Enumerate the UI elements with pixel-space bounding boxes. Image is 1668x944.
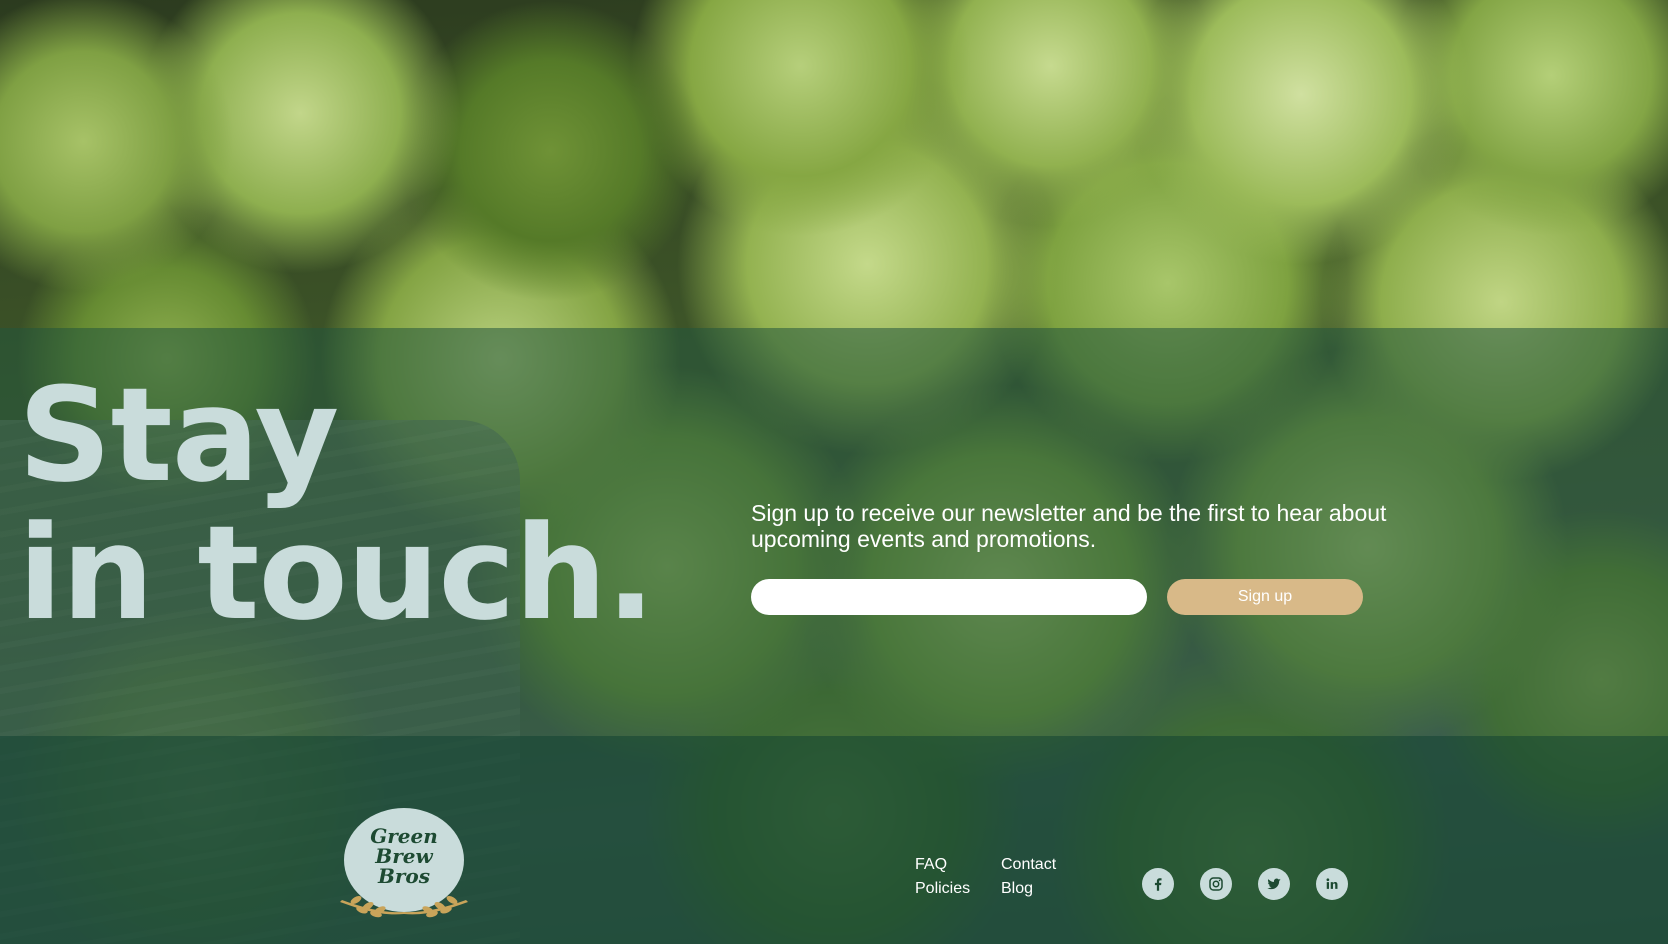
footer-link-contact[interactable]: Contact: [1001, 856, 1056, 874]
green-brew-bros-logo[interactable]: Green Brew Bros: [322, 808, 486, 920]
facebook-icon[interactable]: [1142, 868, 1174, 900]
social-links: [1142, 868, 1352, 900]
signup-button[interactable]: Sign up: [1167, 579, 1363, 615]
linkedin-icon[interactable]: [1316, 868, 1348, 900]
footer-links: FAQ Policies Contact Blog: [915, 856, 1095, 904]
footer-link-policies[interactable]: Policies: [915, 880, 970, 898]
newsletter-description: Sign up to receive our newsletter and be…: [751, 500, 1387, 552]
logo-line-2: Brew: [375, 844, 433, 868]
page-headline: Stay in touch.: [18, 359, 655, 649]
footer-link-faq[interactable]: FAQ: [915, 856, 947, 874]
headline-line-2: in touch.: [18, 497, 655, 649]
twitter-icon[interactable]: [1258, 868, 1290, 900]
headline-line-1: Stay: [18, 359, 339, 511]
instagram-icon[interactable]: [1200, 868, 1232, 900]
logo-wordmark: Green Brew Bros: [344, 826, 464, 886]
email-input[interactable]: [751, 579, 1147, 615]
footer: [0, 736, 1668, 944]
footer-link-blog[interactable]: Blog: [1001, 880, 1033, 898]
newsletter-page: Stay in touch. Sign up to receive our ne…: [0, 0, 1668, 944]
wheat-icon: [340, 896, 468, 918]
logo-line-1: Green: [370, 824, 438, 848]
